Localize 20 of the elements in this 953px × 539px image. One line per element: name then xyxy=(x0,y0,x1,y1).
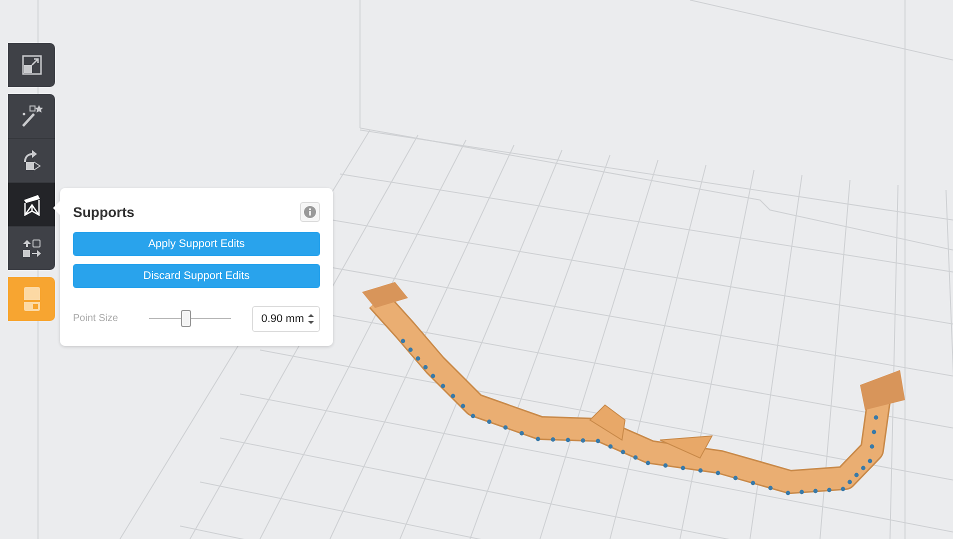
toolbar-button[interactable] xyxy=(8,43,55,87)
stepper-arrows-icon xyxy=(308,312,314,325)
point-size-field[interactable]: 0.90 mm xyxy=(252,306,320,332)
support-edits-button[interactable]: Apply Support Edits xyxy=(73,232,320,256)
resize-icon xyxy=(22,55,42,75)
info-button[interactable] xyxy=(300,202,320,222)
toolbar-button[interactable] xyxy=(8,94,55,138)
panel-title: Supports xyxy=(73,204,134,220)
info-icon xyxy=(304,206,316,218)
slider-thumb[interactable] xyxy=(180,310,191,328)
arrange-icon xyxy=(22,238,42,258)
toolbar-button[interactable] xyxy=(8,226,55,270)
toolbar-button[interactable] xyxy=(8,138,55,182)
point-size-label: Point Size xyxy=(73,313,120,324)
toolbar-button[interactable] xyxy=(8,182,55,226)
support-edits-button[interactable]: Discard Support Edits xyxy=(73,264,320,288)
rotate-icon xyxy=(22,150,42,172)
magic-wand-icon xyxy=(20,104,42,128)
supports-icon xyxy=(22,194,42,216)
printer-tray-icon xyxy=(24,287,40,311)
